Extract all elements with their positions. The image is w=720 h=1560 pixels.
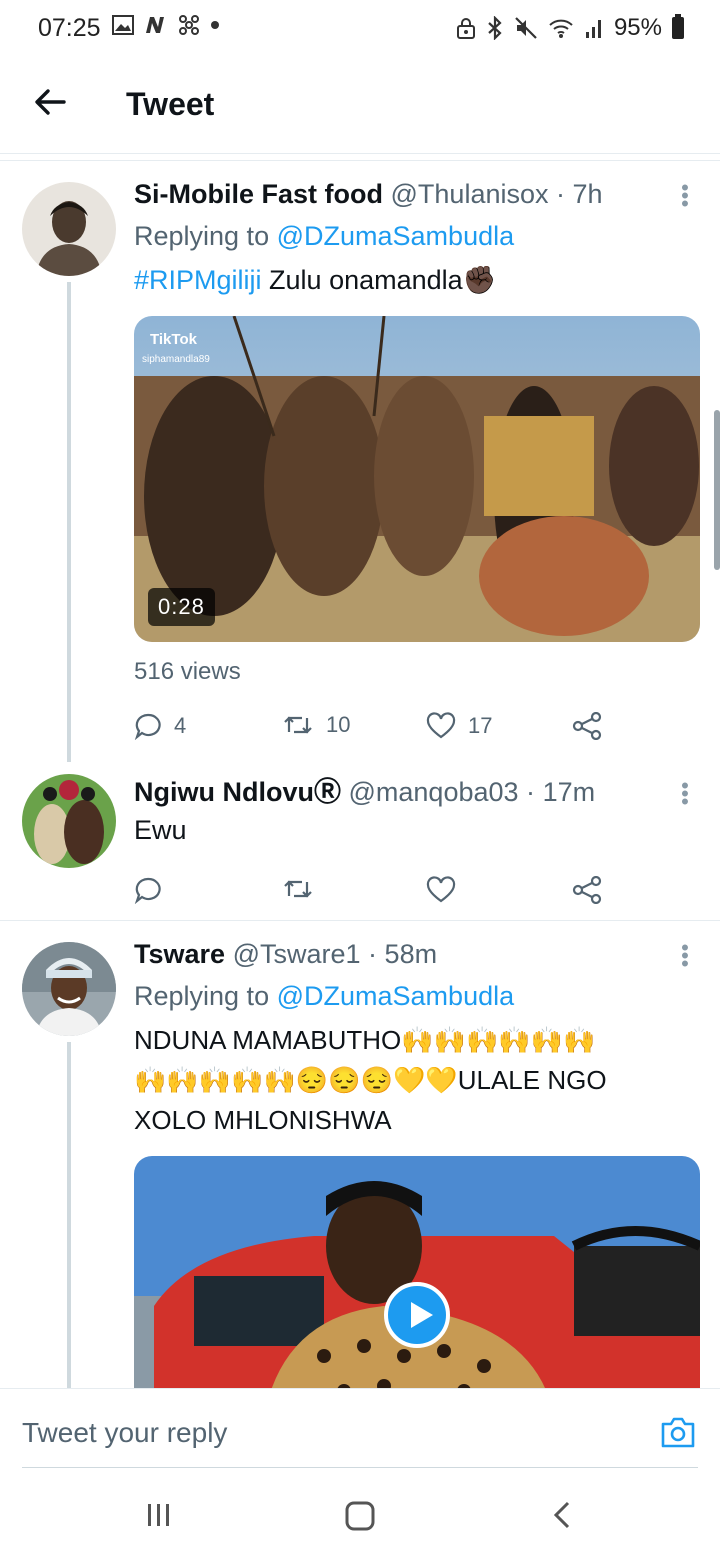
avatar[interactable] — [22, 942, 116, 1036]
mute-icon — [515, 17, 537, 39]
status-time: 07:25 — [38, 14, 101, 42]
tweet-actions — [134, 876, 698, 916]
reply-button[interactable]: 4 — [134, 712, 186, 740]
back-arrow-icon[interactable] — [30, 82, 70, 122]
like-count: 17 — [468, 713, 493, 738]
user-name[interactable]: Si-Mobile Fast food — [134, 179, 383, 209]
share-icon — [572, 712, 602, 740]
camera-icon[interactable] — [660, 1415, 696, 1449]
retweet-icon — [284, 716, 312, 734]
share-button[interactable] — [572, 876, 602, 904]
reply-input-underline — [22, 1467, 698, 1468]
reply-count: 4 — [174, 713, 187, 738]
heart-icon — [426, 876, 456, 903]
play-button[interactable] — [384, 1282, 450, 1348]
lock-icon — [456, 18, 475, 39]
share-icon — [572, 876, 602, 904]
user-handle[interactable]: @Tsware1 — [233, 939, 361, 969]
thread-line — [67, 1042, 71, 1388]
heart-icon — [426, 712, 456, 739]
back-icon[interactable] — [548, 1500, 578, 1530]
recents-icon[interactable] — [144, 1500, 174, 1530]
image-icon — [112, 15, 134, 35]
user-name[interactable]: Ngiwu Ndlovu — [134, 777, 314, 807]
like-button[interactable]: 17 — [426, 712, 492, 740]
tweet-divider — [0, 920, 720, 921]
battery-level: 95% — [613, 14, 662, 41]
status-bar: 07:25 95% — [0, 0, 720, 58]
retweet-count: 10 — [326, 712, 351, 737]
tweet-actions: 4 10 17 — [134, 712, 698, 752]
tweet-text: #RIPMgiliji Zulu onamandla✊🏿 — [134, 265, 497, 295]
video-thumbnail: TikTok siphamandla89 — [134, 316, 700, 642]
reply-button[interactable] — [134, 876, 162, 904]
mention-link[interactable]: @DZumaSambudla — [277, 221, 515, 251]
retweet-button[interactable] — [282, 876, 314, 902]
scrollbar[interactable] — [714, 410, 720, 570]
thread-line — [67, 282, 71, 762]
n-icon — [146, 17, 164, 33]
hashtag-link[interactable]: #RIPMgiliji — [134, 265, 262, 295]
bluetooth-icon — [488, 16, 502, 40]
reply-icon — [134, 877, 161, 904]
retweet-button[interactable]: 10 — [282, 712, 350, 738]
tweet-text: Ewu — [134, 815, 187, 845]
user-name[interactable]: Tsware — [134, 939, 225, 969]
tweet-time: 17m — [542, 777, 596, 807]
mention-link[interactable]: @DZumaSambudla — [277, 981, 515, 1011]
share-button[interactable] — [572, 712, 602, 740]
video-player[interactable]: TikTok siphamandla89 0:28 — [134, 316, 700, 642]
tweet-text: NDUNA MAMABUTHO🙌🙌🙌🙌🙌🙌 🙌🙌🙌🙌🙌😔😔😔💛💛ULALE NG… — [134, 1025, 607, 1135]
dot-icon — [211, 21, 219, 29]
user-handle[interactable]: @manqoba03 — [349, 777, 519, 807]
video-player[interactable] — [134, 1156, 700, 1416]
retweet-icon — [284, 880, 312, 898]
view-count: 516 views — [134, 658, 241, 685]
like-button[interactable] — [426, 876, 456, 904]
replying-to: Replying to @DZumaSambudla — [134, 981, 515, 1011]
battery-icon — [672, 14, 684, 39]
reply-icon — [134, 713, 161, 740]
verified-badge: Ⓡ — [313, 777, 341, 807]
wifi-icon — [549, 19, 573, 38]
replying-to: Replying to @DZumaSambudla — [134, 221, 515, 251]
signal-icon — [585, 20, 601, 38]
reply-bar: Tweet your reply — [0, 1388, 720, 1470]
avatar[interactable] — [22, 774, 116, 868]
tiktok-watermark-user: siphamandla89 — [142, 354, 210, 365]
reply-input[interactable]: Tweet your reply — [22, 1417, 227, 1449]
tweet-time: 58m — [384, 939, 438, 969]
avatar[interactable] — [22, 182, 116, 276]
fan-icon — [179, 15, 199, 35]
user-handle[interactable]: @Thulanisox — [391, 179, 549, 209]
header-divider — [0, 160, 720, 161]
tweet-time: 7h — [572, 179, 603, 209]
page-header: Tweet — [0, 58, 720, 154]
video-duration: 0:28 — [148, 588, 215, 626]
home-icon[interactable] — [344, 1500, 376, 1532]
system-nav-bar — [0, 1470, 720, 1560]
page-title: Tweet — [126, 86, 215, 122]
tiktok-watermark: TikTok — [150, 331, 198, 348]
